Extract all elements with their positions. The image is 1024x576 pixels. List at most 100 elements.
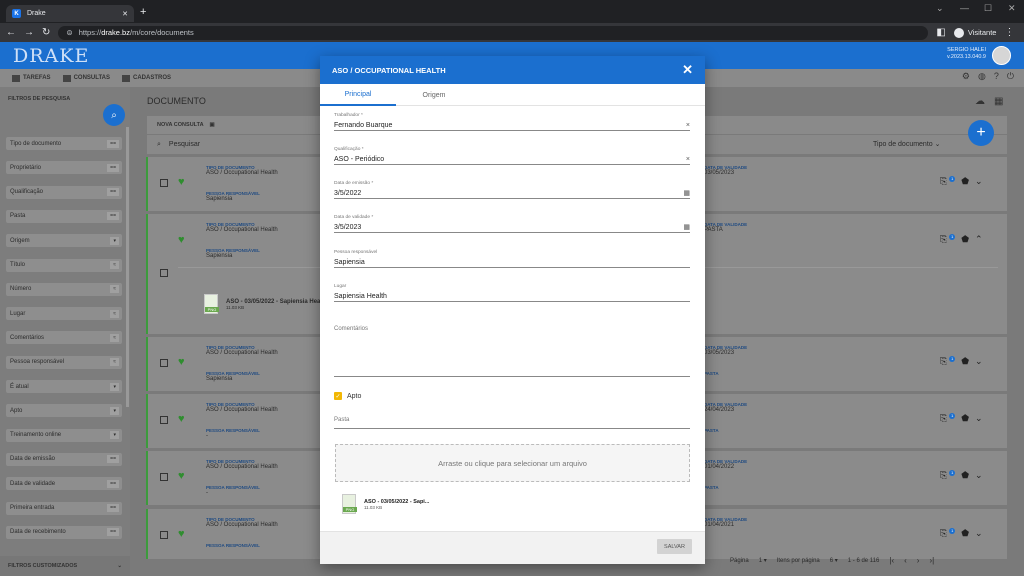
filter-1[interactable]: Proprietário == (6, 161, 122, 175)
filter-operator[interactable]: == (107, 504, 119, 512)
filter-2[interactable]: Qualificação == (6, 185, 122, 199)
modal-field-1[interactable]: Qualificação * ASO - Periódico × (334, 147, 690, 165)
filter-operator[interactable]: == (107, 139, 119, 148)
custom-filters[interactable]: FILTROS CUSTOMIZADOS ⌄ (0, 556, 130, 576)
calendar-icon[interactable]: ▦ (683, 223, 690, 231)
globe-icon[interactable]: ◍ (978, 71, 986, 82)
filter-14[interactable]: Data de validade == (6, 477, 122, 491)
maximize-icon[interactable]: ☐ (984, 3, 992, 14)
search-input[interactable]: Pesquisar (169, 141, 200, 148)
modal-field-0[interactable]: Trabalhador * Fernando Buarque × (334, 113, 690, 131)
comments-textarea[interactable]: Comentários (334, 321, 690, 377)
chevron-down-icon[interactable]: ⌄ (975, 470, 983, 481)
first-page-icon[interactable]: |‹ (889, 556, 894, 565)
logout-icon[interactable]: ⏻ (1007, 71, 1014, 82)
chevron-up-icon[interactable]: ⌃ (975, 234, 983, 245)
per-page-select[interactable]: 6 ▾ (830, 557, 838, 564)
kebab-menu-icon[interactable]: ⋮ (1004, 27, 1014, 38)
field-value[interactable]: Fernando Buarque (334, 122, 392, 129)
attachment-icon[interactable]: ⎘ (940, 356, 947, 367)
search-filters-button[interactable]: ⌕ (103, 104, 125, 126)
field-value[interactable]: ASO - Periódico (334, 156, 384, 163)
verified-icon[interactable]: ⬟ (961, 470, 969, 481)
filter-10[interactable]: É atual ▾ (6, 380, 122, 393)
attachment-icon[interactable]: ⎘ (940, 528, 947, 539)
app-logo[interactable]: DRAKE (13, 45, 89, 67)
file-dropzone[interactable]: Arraste ou clique para selecionar um arq… (335, 444, 690, 482)
filter-operator[interactable]: == (107, 212, 119, 221)
filter-operator[interactable]: == (107, 528, 119, 537)
filter-operator[interactable]: == (107, 163, 119, 172)
filter-operator[interactable]: ≈ (110, 261, 119, 269)
modal-field-2[interactable]: Data de emissão * 3/5/2022 ▦ (334, 181, 690, 199)
filter-operator[interactable]: ▾ (110, 236, 119, 245)
field-value[interactable]: 3/5/2022 (334, 190, 361, 197)
filter-operator[interactable]: ▾ (110, 431, 119, 440)
filter-operator[interactable]: ▾ (110, 406, 119, 415)
browser-tab[interactable]: K Drake ✕ (6, 5, 134, 22)
filter-operator[interactable]: ≈ (110, 358, 119, 367)
sidebar-toggle-icon[interactable]: ◧ (936, 27, 945, 38)
close-window-icon[interactable]: ✕ (1008, 3, 1016, 14)
sidebar-scrollbar[interactable] (126, 127, 129, 407)
attachment-icon[interactable]: ⎘ (940, 470, 947, 481)
attachment-icon[interactable]: ⎘ (940, 413, 947, 424)
cloud-upload-icon[interactable]: ☁ (975, 96, 985, 107)
verified-icon[interactable]: ⬟ (961, 176, 969, 187)
clear-icon[interactable]: × (686, 122, 690, 129)
filter-9[interactable]: Pessoa responsável ≈ (6, 355, 122, 369)
clear-icon[interactable]: × (686, 156, 690, 163)
verified-icon[interactable]: ⬟ (961, 413, 969, 424)
filter-15[interactable]: Primeira entrada == (6, 501, 122, 515)
nav-tarefas[interactable]: TAREFAS (12, 74, 51, 82)
apto-checkbox[interactable]: ✓ Apto (334, 392, 361, 400)
attached-file[interactable]: PNG ASO - 03/05/2022 - Sapi... 11.03 KB (342, 494, 429, 514)
card-checkbox[interactable] (160, 359, 168, 367)
save-query-icon[interactable]: ▣ (210, 122, 215, 128)
filter-5[interactable]: Título ≈ (6, 258, 122, 272)
save-button[interactable]: SALVAR (657, 539, 692, 554)
reload-icon[interactable]: ↻ (42, 27, 50, 38)
card-checkbox[interactable] (160, 531, 168, 539)
card-checkbox[interactable] (160, 179, 168, 187)
filter-12[interactable]: Treinamento online ▾ (6, 428, 122, 442)
chevron-down-icon[interactable]: ⌄ (975, 528, 983, 539)
filter-11[interactable]: Apto ▾ (6, 404, 122, 418)
filter-16[interactable]: Data de recebimento == (6, 525, 122, 539)
filter-operator[interactable]: ≈ (110, 285, 119, 294)
prev-page-icon[interactable]: ‹ (904, 556, 907, 565)
new-tab-icon[interactable]: + (140, 6, 146, 18)
grid-view-icon[interactable]: ▦ (994, 96, 1003, 107)
card-checkbox[interactable] (160, 269, 168, 277)
filter-3[interactable]: Pasta == (6, 209, 122, 223)
chevron-down-icon[interactable]: ⌄ (936, 3, 944, 14)
filter-6[interactable]: Número ≈ (6, 282, 122, 296)
filter-0[interactable]: Tipo de documento == (6, 137, 122, 150)
chevron-down-icon[interactable]: ⌄ (975, 413, 983, 424)
card-checkbox[interactable] (160, 416, 168, 424)
help-icon[interactable]: ? (994, 71, 999, 82)
modal-field-5[interactable]: Lugar Sapiensia Health (334, 284, 690, 302)
field-value[interactable]: Sapiensia (334, 259, 365, 266)
back-icon[interactable]: ← (6, 27, 16, 38)
filter-operator[interactable]: == (107, 188, 119, 197)
site-info-icon[interactable]: ⊜ (66, 28, 72, 37)
filter-8[interactable]: Comentários ≈ (6, 331, 122, 345)
close-tab-icon[interactable]: ✕ (122, 10, 128, 18)
chevron-down-icon[interactable]: ⌄ (975, 356, 983, 367)
profile-button[interactable]: Visitante (953, 27, 996, 38)
address-bar[interactable]: ⊜ https://drake.bz/m/core/documents (58, 25, 929, 40)
card-file[interactable]: PNG ASO - 03/05/2022 - Sapiensia Heal 11.0… (204, 294, 322, 314)
filter-operator[interactable]: ▾ (110, 382, 119, 391)
tab-principal[interactable]: Principal (320, 84, 396, 106)
modal-field-4[interactable]: Pessoa responsável Sapiensia (334, 250, 690, 268)
avatar[interactable] (992, 46, 1011, 65)
filter-operator[interactable]: ≈ (110, 309, 119, 318)
pasta-field[interactable]: Pasta (334, 413, 690, 429)
last-page-icon[interactable]: ›| (929, 556, 934, 565)
attachment-icon[interactable]: ⎘ (940, 176, 947, 187)
forward-icon[interactable]: → (24, 27, 34, 38)
filter-13[interactable]: Data de emissão == (6, 452, 122, 466)
nav-consultas[interactable]: CONSULTAS (62, 74, 110, 82)
next-page-icon[interactable]: › (917, 556, 920, 565)
